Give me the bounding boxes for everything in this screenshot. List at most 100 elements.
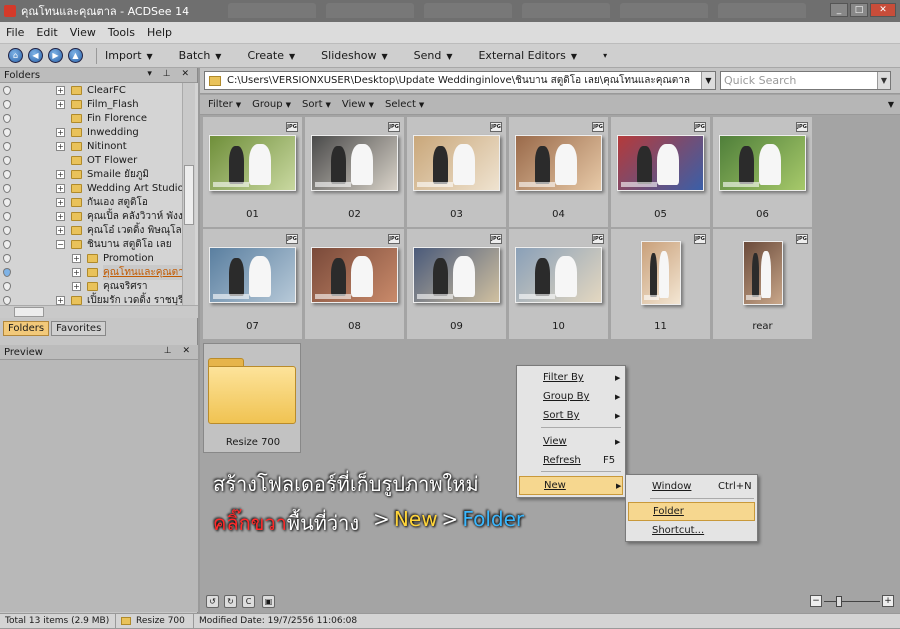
photo-thumbnail[interactable]: JPG 04 (509, 117, 608, 227)
zoom-slider[interactable]: − + (810, 595, 894, 608)
expand-icon[interactable]: + (56, 141, 65, 151)
toolbar-external-editors[interactable]: External Editors ▼ (478, 49, 577, 62)
photo-thumbnail[interactable]: JPG rear (713, 229, 812, 339)
photo-thumbnail[interactable]: JPG 08 (305, 229, 404, 339)
zoom-out-icon[interactable]: − (810, 595, 822, 607)
tab-favorites[interactable]: Favorites (51, 321, 107, 336)
filter-menu[interactable]: Filter ▼ (208, 99, 241, 110)
toolbar-import[interactable]: Import ▼ (105, 49, 153, 62)
folder-checkbox[interactable] (3, 197, 11, 207)
search-dropdown-icon[interactable]: ▼ (877, 72, 890, 89)
tree-item[interactable]: + Promotion (0, 251, 198, 265)
refresh-icon[interactable]: C (242, 595, 255, 608)
tree-item[interactable]: + กันเอง สตูดิโอ (0, 195, 198, 209)
group-menu[interactable]: Group ▼ (252, 99, 291, 110)
photo-thumbnail[interactable]: JPG 03 (407, 117, 506, 227)
toolbar-create[interactable]: Create ▼ (247, 49, 295, 62)
path-dropdown-icon[interactable]: ▼ (701, 72, 715, 89)
pane-controls[interactable]: ▾ ⊥ ✕ (147, 69, 193, 79)
expand-icon[interactable]: + (72, 267, 81, 277)
folder-checkbox[interactable] (3, 113, 11, 123)
photo-thumbnail[interactable]: JPG 11 (611, 229, 710, 339)
folder-checkbox[interactable] (3, 211, 11, 221)
photo-thumbnail[interactable]: JPG 05 (611, 117, 710, 227)
tree-item[interactable]: Fin Florence (0, 111, 198, 125)
menu-item-view[interactable]: View ▶ (519, 432, 623, 451)
quick-search-input[interactable]: Quick Search ▼ (720, 71, 891, 90)
expand-icon[interactable]: + (56, 127, 65, 137)
toolbar-overflow[interactable]: ▾ (603, 51, 607, 60)
expand-icon[interactable]: + (72, 281, 81, 291)
submenu-item-shortcut[interactable]: Shortcut... (628, 521, 755, 540)
tab-folders[interactable]: Folders (3, 321, 50, 336)
folder-checkbox[interactable] (3, 183, 11, 193)
view-mode-icon[interactable]: ▣ (262, 595, 275, 608)
photo-thumbnail[interactable]: JPG 02 (305, 117, 404, 227)
folder-checkbox[interactable] (3, 85, 11, 95)
zoom-track[interactable] (824, 601, 880, 602)
photo-thumbnail[interactable]: JPG 07 (203, 229, 302, 339)
rotate-left-icon[interactable]: ↺ (206, 595, 219, 608)
tree-item[interactable]: + Nitinont (0, 139, 198, 153)
folder-checkbox[interactable] (3, 267, 11, 277)
scrollbar-thumb[interactable] (14, 307, 44, 317)
tree-item[interactable]: + Inwedding (0, 125, 198, 139)
tree-item[interactable]: + คุณโทนและคุณตาล (0, 264, 198, 280)
expand-icon[interactable]: + (56, 85, 65, 95)
filterbar-overflow-icon[interactable]: ▼ (888, 100, 894, 109)
tree-item[interactable]: + Smaile ยัยภูมิ (0, 167, 198, 181)
photo-thumbnail[interactable]: JPG 06 (713, 117, 812, 227)
expand-icon[interactable]: + (56, 197, 65, 207)
expand-icon[interactable]: + (56, 211, 65, 221)
menu-file[interactable]: File (6, 26, 24, 39)
zoom-in-icon[interactable]: + (882, 595, 894, 607)
menu-tools[interactable]: Tools (108, 26, 135, 39)
folder-tree[interactable]: + ClearFC + Film_Flash Fin Florence + Inweddin… (0, 83, 198, 305)
menu-item-new[interactable]: New ▶ (519, 476, 623, 495)
menu-edit[interactable]: Edit (36, 26, 57, 39)
maximize-button[interactable]: □ (850, 3, 868, 17)
sort-menu[interactable]: Sort ▼ (302, 99, 331, 110)
tree-item[interactable]: + ClearFC (0, 83, 198, 97)
expand-icon[interactable]: + (56, 295, 65, 305)
photo-thumbnail[interactable]: JPG 10 (509, 229, 608, 339)
tree-item[interactable]: − ชินบาน สตูดิโอ เลย (0, 237, 198, 251)
collapse-icon[interactable]: − (56, 239, 65, 249)
folder-checkbox[interactable] (3, 141, 11, 151)
folder-checkbox[interactable] (3, 239, 11, 249)
submenu-item-folder[interactable]: Folder (628, 502, 755, 521)
folder-checkbox[interactable] (3, 155, 11, 165)
tree-item[interactable]: + Film_Flash (0, 97, 198, 111)
tree-vertical-scrollbar[interactable] (182, 83, 195, 305)
folder-checkbox[interactable] (3, 225, 11, 235)
folder-checkbox[interactable] (3, 99, 11, 109)
folder-checkbox[interactable] (3, 169, 11, 179)
forward-icon[interactable]: ▶ (48, 48, 63, 63)
submenu-item-window[interactable]: Window Ctrl+N (628, 477, 755, 496)
expand-icon[interactable]: + (56, 225, 65, 235)
folder-checkbox[interactable] (3, 127, 11, 137)
folder-thumbnail[interactable]: Resize 700 (203, 343, 301, 453)
tree-item[interactable]: + คุณเปิ้ล คลังวิวาห์ พังงา (0, 209, 198, 223)
menu-view[interactable]: View (70, 26, 96, 39)
tree-item[interactable]: OT Flower (0, 153, 198, 167)
tree-item[interactable]: + Wedding Art Studio (0, 181, 198, 195)
menu-item-refresh[interactable]: Refresh F5 (519, 451, 623, 470)
menu-item-group-by[interactable]: Group By ▶ (519, 387, 623, 406)
photo-thumbnail[interactable]: JPG 09 (407, 229, 506, 339)
folder-checkbox[interactable] (3, 295, 11, 305)
zoom-knob[interactable] (836, 596, 842, 607)
scrollbar-thumb[interactable] (184, 165, 194, 225)
tree-horizontal-scrollbar[interactable] (0, 305, 198, 318)
folder-checkbox[interactable] (3, 253, 11, 263)
up-icon[interactable]: ▲ (68, 48, 83, 63)
tree-item[interactable]: + เปิ้ยมรัก เวดดิ้ง ราชบุรี (0, 293, 198, 305)
minimize-button[interactable]: _ (830, 3, 848, 17)
expand-icon[interactable]: + (72, 253, 81, 263)
menu-item-sort-by[interactable]: Sort By ▶ (519, 406, 623, 425)
expand-icon[interactable]: + (56, 183, 65, 193)
back-icon[interactable]: ◀ (28, 48, 43, 63)
expand-icon[interactable]: + (56, 169, 65, 179)
tree-item[interactable]: + คุณโอ๋ เวดดิ้ง พิษณุโลก (0, 223, 198, 237)
expand-icon[interactable]: + (56, 99, 65, 109)
